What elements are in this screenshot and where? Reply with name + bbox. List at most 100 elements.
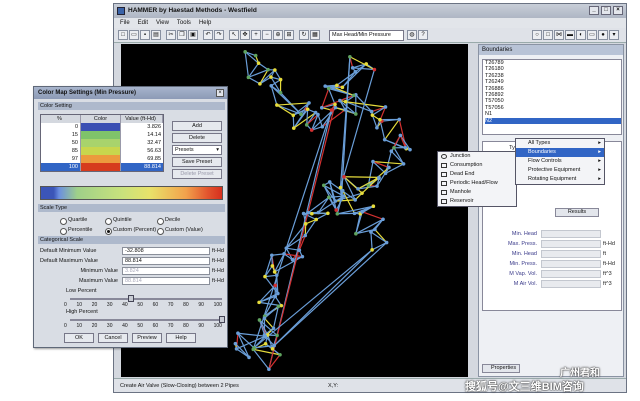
- slider-thumb[interactable]: [219, 316, 225, 323]
- junction-node[interactable]: [278, 352, 282, 357]
- junction-node[interactable]: [290, 257, 295, 262]
- junction-node[interactable]: [273, 283, 278, 288]
- presets-select[interactable]: Presets ▾: [172, 145, 222, 155]
- junction-node[interactable]: [316, 210, 321, 215]
- junction-node[interactable]: [262, 316, 267, 321]
- color-table-row[interactable]: 0 3.826: [41, 123, 163, 131]
- junction-node[interactable]: [375, 184, 379, 188]
- junction-node[interactable]: [243, 50, 247, 54]
- junction-node[interactable]: [314, 217, 319, 222]
- property-value[interactable]: [541, 260, 601, 268]
- pipe-segment[interactable]: [271, 253, 285, 256]
- color-map-icon[interactable]: ▦: [310, 30, 320, 40]
- junction-node[interactable]: [266, 67, 270, 72]
- pipe-segment[interactable]: [252, 109, 332, 350]
- color-table-row[interactable]: 97 69.85: [41, 155, 163, 163]
- junction-node[interactable]: [389, 149, 394, 154]
- junction-node[interactable]: [326, 211, 330, 216]
- junction-node[interactable]: [352, 211, 357, 216]
- junction-node[interactable]: [263, 341, 268, 346]
- pipe-segment[interactable]: [344, 176, 379, 178]
- junction-node[interactable]: [360, 191, 364, 195]
- zoom-out-icon[interactable]: −: [262, 30, 272, 40]
- junction-node[interactable]: [257, 318, 262, 322]
- junction-node[interactable]: [305, 107, 310, 112]
- junction-node[interactable]: [334, 208, 339, 212]
- pipe-segment[interactable]: [263, 317, 274, 329]
- pipe-segment[interactable]: [276, 102, 310, 106]
- pipe-segment[interactable]: [244, 51, 250, 78]
- junction-node[interactable]: [291, 113, 296, 118]
- pipe-segment[interactable]: [362, 211, 384, 220]
- junction-node[interactable]: [338, 185, 343, 190]
- junction-node[interactable]: [297, 248, 302, 253]
- junction-node[interactable]: [401, 162, 406, 166]
- junction-node[interactable]: [303, 233, 308, 238]
- pipe-segment[interactable]: [318, 197, 330, 213]
- scale-type-radio[interactable]: Custom (Percent): [105, 227, 156, 235]
- boundary-menu-item[interactable]: Manhole: [438, 188, 516, 197]
- junction-node[interactable]: [269, 84, 274, 88]
- type-menu-item[interactable]: Flow Controls ▸: [516, 157, 604, 166]
- high-percent-slider[interactable]: 0 10 20 30 40 50 60 70 80 90 100: [64, 315, 225, 329]
- pan-icon[interactable]: ✥: [240, 30, 250, 40]
- junction-node[interactable]: [253, 53, 258, 58]
- junction-node[interactable]: [236, 331, 240, 336]
- zoom-in-icon[interactable]: +: [251, 30, 261, 40]
- delete-button[interactable]: Delete: [172, 133, 222, 143]
- row-color-swatch[interactable]: [81, 163, 121, 171]
- close-button[interactable]: ×: [613, 6, 623, 15]
- junction-node[interactable]: [339, 196, 344, 201]
- junction-node[interactable]: [408, 147, 412, 152]
- junction-node[interactable]: [326, 86, 331, 91]
- help-button[interactable]: Help: [166, 333, 196, 343]
- row-color-swatch[interactable]: [81, 123, 121, 131]
- junction-node[interactable]: [273, 68, 277, 72]
- junction-node[interactable]: [234, 347, 239, 351]
- property-value[interactable]: [541, 280, 601, 288]
- junction-node[interactable]: [310, 211, 314, 216]
- junction-node[interactable]: [333, 105, 338, 110]
- junction-node[interactable]: [343, 99, 348, 104]
- junction-node[interactable]: [369, 109, 374, 114]
- junction-node[interactable]: [300, 254, 305, 259]
- copy-icon[interactable]: ❐: [177, 30, 187, 40]
- junction-node[interactable]: [270, 347, 275, 351]
- valve-tool-icon[interactable]: ⋈: [554, 30, 564, 40]
- junction-node[interactable]: [257, 300, 261, 305]
- junction-node[interactable]: [350, 66, 355, 70]
- cut-icon[interactable]: ✂: [166, 30, 176, 40]
- junction-node[interactable]: [270, 253, 274, 258]
- pipe-segment[interactable]: [248, 76, 261, 85]
- pointer-icon[interactable]: ↖: [229, 30, 239, 40]
- junction-node[interactable]: [306, 210, 310, 215]
- junction-node[interactable]: [371, 204, 376, 209]
- junction-node[interactable]: [278, 77, 283, 82]
- tank-tool-icon[interactable]: ▬: [565, 30, 575, 40]
- junction-node[interactable]: [274, 273, 279, 278]
- junction-node[interactable]: [275, 333, 279, 338]
- junction-node[interactable]: [383, 171, 388, 176]
- scale-type-radio[interactable]: Decile: [157, 217, 180, 225]
- junction-node[interactable]: [354, 231, 358, 236]
- cancel-button[interactable]: Cancel: [98, 333, 128, 343]
- property-value[interactable]: [541, 250, 601, 258]
- property-value[interactable]: [541, 270, 601, 278]
- square-tool-icon[interactable]: □: [543, 30, 553, 40]
- junction-node[interactable]: [392, 145, 396, 150]
- save-icon[interactable]: ▪: [140, 30, 150, 40]
- pipe-segment[interactable]: [268, 104, 336, 370]
- junction-node[interactable]: [333, 102, 337, 107]
- zoom-window-icon[interactable]: ⊕: [273, 30, 283, 40]
- type-menu-item[interactable]: All Types ▸: [516, 139, 604, 148]
- junction-node[interactable]: [340, 188, 345, 193]
- junction-node[interactable]: [382, 137, 387, 142]
- slider-thumb[interactable]: [127, 295, 134, 302]
- junction-node[interactable]: [233, 341, 238, 346]
- junction-node[interactable]: [381, 217, 385, 222]
- ok-button[interactable]: OK: [64, 333, 94, 343]
- junction-node[interactable]: [278, 90, 283, 95]
- type-menu-item[interactable]: Boundaries ▸: [516, 148, 604, 157]
- element-id-list[interactable]: T26789 T26180 T26238 T26249 T26886 T26892 T570…: [482, 59, 622, 135]
- pipe-segment[interactable]: [237, 332, 255, 349]
